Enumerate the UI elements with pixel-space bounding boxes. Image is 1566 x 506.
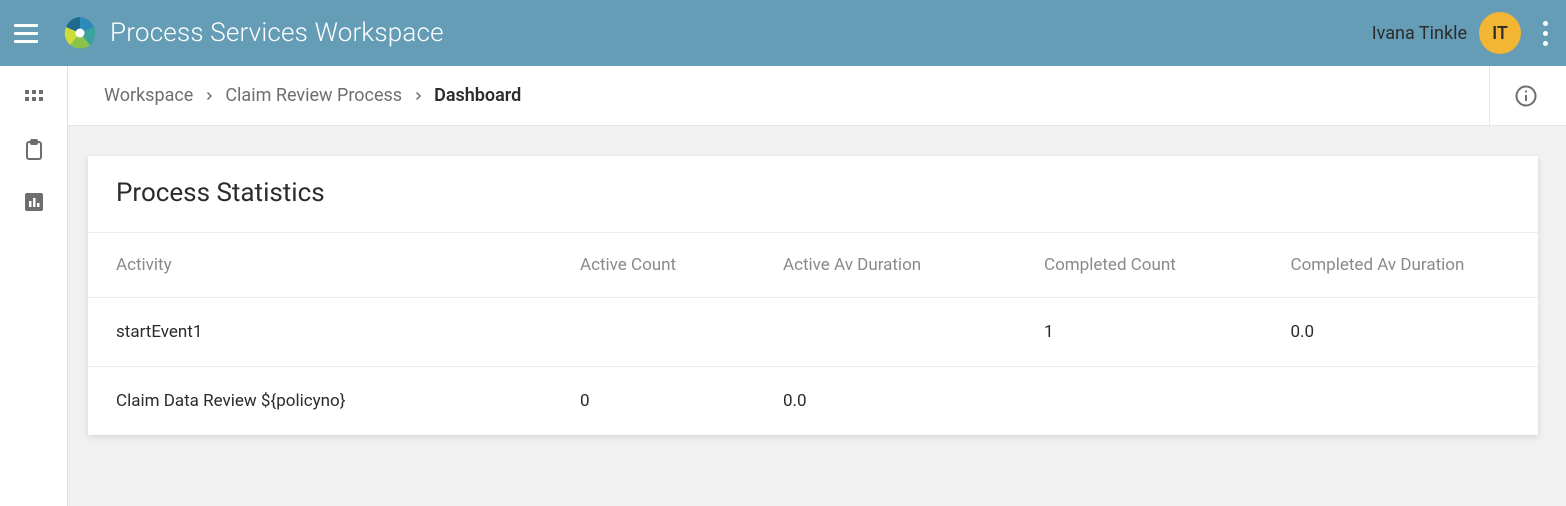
cell-activeCount: 0 (552, 367, 755, 436)
col-completed-count: Completed Count (1016, 233, 1263, 298)
card-title: Process Statistics (88, 156, 1538, 232)
breadcrumb-current: Dashboard (434, 85, 521, 106)
cell-completedCount: 1 (1016, 298, 1263, 367)
col-completed-av-duration: Completed Av Duration (1263, 233, 1539, 298)
cell-activeCount (552, 298, 755, 367)
content-area: Workspace Claim Review Process Dashboard… (68, 66, 1566, 506)
col-activity: Activity (88, 233, 552, 298)
topbar: Process Services Workspace Ivana Tinkle … (0, 0, 1566, 66)
cell-completedAvDuration: 0.0 (1263, 298, 1539, 367)
cell-activity: Claim Data Review ${policyno} (88, 367, 552, 436)
cell-activity: startEvent1 (88, 298, 552, 367)
cell-activeAvDuration: 0.0 (755, 367, 1016, 436)
stats-icon[interactable] (22, 190, 46, 214)
chevron-right-icon (412, 90, 424, 102)
table-header-row: Activity Active Count Active Av Duration… (88, 233, 1538, 298)
apps-icon[interactable] (22, 86, 46, 110)
menu-toggle-button[interactable] (14, 18, 44, 48)
user-name: Ivana Tinkle (1372, 23, 1467, 44)
chevron-right-icon (203, 90, 215, 102)
user-avatar[interactable]: IT (1479, 12, 1521, 54)
breadcrumb-item-claim-review[interactable]: Claim Review Process (225, 85, 402, 106)
col-active-count: Active Count (552, 233, 755, 298)
table-row: startEvent1 10.0 (88, 298, 1538, 367)
info-button[interactable] (1489, 66, 1546, 125)
cell-activeAvDuration (755, 298, 1016, 367)
app-title: Process Services Workspace (110, 18, 444, 48)
col-active-av-duration: Active Av Duration (755, 233, 1016, 298)
more-menu-button[interactable] (1537, 15, 1554, 52)
process-statistics-card: Process Statistics Activity Active Count… (88, 156, 1538, 435)
breadcrumb-item-workspace[interactable]: Workspace (104, 85, 193, 106)
table-row: Claim Data Review ${policyno}00.0 (88, 367, 1538, 436)
cell-completedCount (1016, 367, 1263, 436)
app-logo-icon (62, 15, 98, 51)
clipboard-icon[interactable] (22, 138, 46, 162)
sidebar (0, 66, 68, 506)
breadcrumb: Workspace Claim Review Process Dashboard (68, 66, 1566, 126)
cell-completedAvDuration (1263, 367, 1539, 436)
stats-table: Activity Active Count Active Av Duration… (88, 232, 1538, 435)
